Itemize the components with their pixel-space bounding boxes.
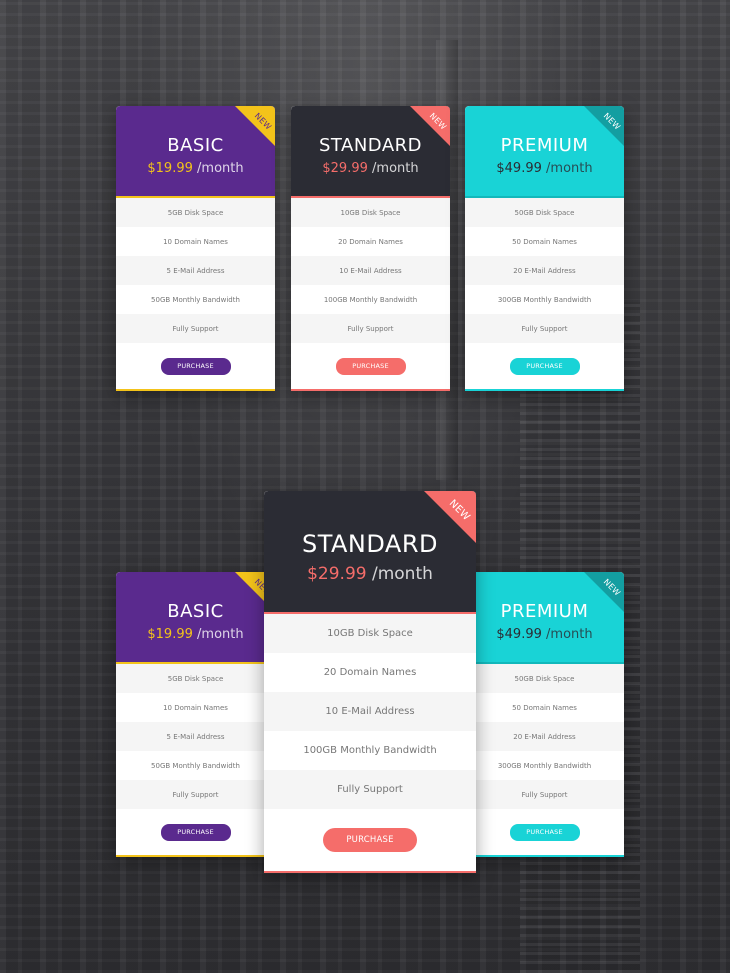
card-footer: PURCHASE [116,809,275,855]
purchase-button[interactable]: PURCHASE [335,357,406,375]
feature-row: 10GB Disk Space [291,198,450,227]
feature-row: 10 Domain Names [116,227,275,256]
feature-row: 50GB Monthly Bandwidth [116,285,275,314]
feature-row: 10 E-Mail Address [264,692,476,731]
feature-row: Fully Support [264,770,476,809]
plan-price: $19.99 /month [147,627,244,642]
card-header: NEW PREMIUM $49.99 /month [465,106,624,196]
pricing-card-standard: NEW STANDARD $29.99 /month 10GB Disk Spa… [291,106,450,391]
feature-row: 10GB Disk Space [264,614,476,653]
card-header: NEW PREMIUM $49.99 /month [465,572,624,662]
feature-row: Fully Support [116,780,275,809]
plan-price: $19.99 /month [147,161,244,176]
feature-row: 20 Domain Names [291,227,450,256]
plan-price: $29.99 /month [322,161,419,176]
pricing-card-basic: NEW BASIC $19.99 /month 5GB Disk Space 1… [116,106,275,391]
feature-row: 20 E-Mail Address [465,722,624,751]
feature-row: 50GB Monthly Bandwidth [116,751,275,780]
purchase-button[interactable]: PURCHASE [323,828,417,852]
feature-row: 10 Domain Names [116,693,275,722]
card-header: NEW BASIC $19.99 /month [116,106,275,196]
card-footer: PURCHASE [264,809,476,871]
feature-row: 100GB Monthly Bandwidth [264,731,476,770]
feature-row: Fully Support [291,314,450,343]
feature-row: Fully Support [465,780,624,809]
feature-row: 300GB Monthly Bandwidth [465,751,624,780]
card-footer: PURCHASE [291,343,450,389]
feature-row: Fully Support [116,314,275,343]
card-footer: PURCHASE [465,809,624,855]
purchase-button[interactable]: PURCHASE [160,823,231,841]
feature-row: 20 Domain Names [264,653,476,692]
card-footer: PURCHASE [116,343,275,389]
purchase-button[interactable]: PURCHASE [509,823,580,841]
feature-row: 5 E-Mail Address [116,256,275,285]
pricing-card-standard-featured: NEW STANDARD $29.99 /month 10GB Disk Spa… [264,491,476,873]
feature-row: 50 Domain Names [465,227,624,256]
feature-row: 20 E-Mail Address [465,256,624,285]
card-header: NEW STANDARD $29.99 /month [291,106,450,196]
feature-row: 50 Domain Names [465,693,624,722]
purchase-button[interactable]: PURCHASE [509,357,580,375]
feature-row: Fully Support [465,314,624,343]
feature-row: 5GB Disk Space [116,664,275,693]
plan-price: $49.99 /month [496,161,593,176]
feature-row: 300GB Monthly Bandwidth [465,285,624,314]
pricing-card-premium: NEW PREMIUM $49.99 /month 50GB Disk Spac… [465,572,624,857]
plan-price: $49.99 /month [496,627,593,642]
card-header: NEW BASIC $19.99 /month [116,572,275,662]
card-header: NEW STANDARD $29.99 /month [264,491,476,612]
feature-row: 50GB Disk Space [465,664,624,693]
pricing-card-basic: NEW BASIC $19.99 /month 5GB Disk Space 1… [116,572,275,857]
card-footer: PURCHASE [465,343,624,389]
pricing-card-premium: NEW PREMIUM $49.99 /month 50GB Disk Spac… [465,106,624,391]
feature-row: 50GB Disk Space [465,198,624,227]
feature-row: 5GB Disk Space [116,198,275,227]
feature-row: 5 E-Mail Address [116,722,275,751]
feature-row: 10 E-Mail Address [291,256,450,285]
purchase-button[interactable]: PURCHASE [160,357,231,375]
feature-row: 100GB Monthly Bandwidth [291,285,450,314]
plan-price: $29.99 /month [307,564,433,584]
